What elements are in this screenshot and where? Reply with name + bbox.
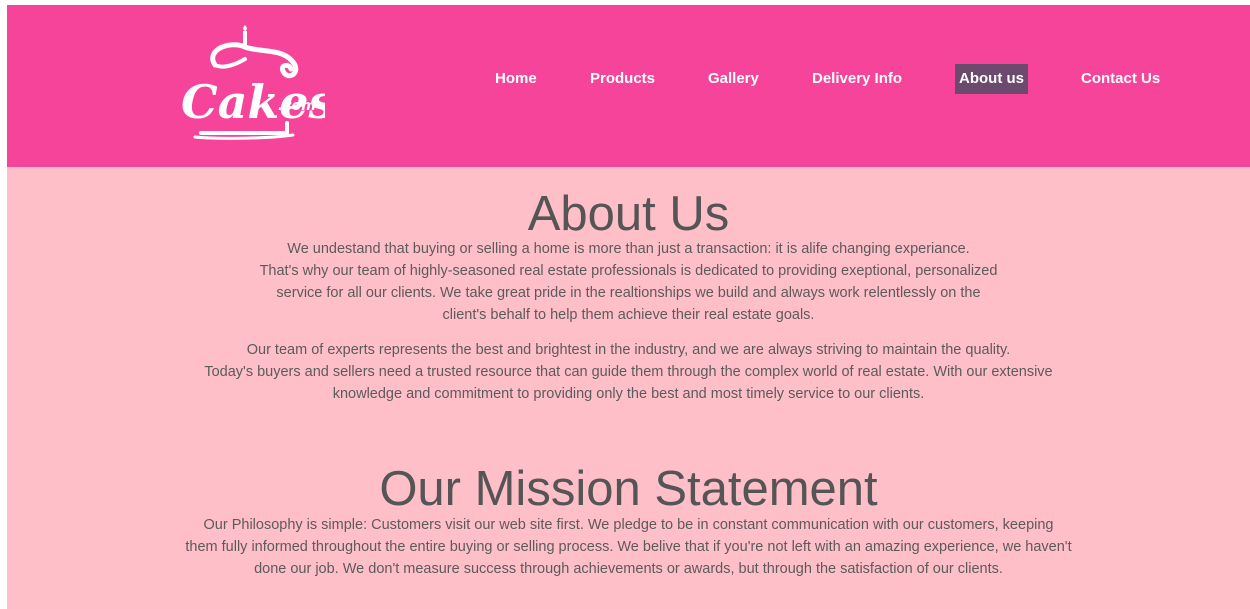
main-nav: Home Products Gallery Delivery Info Abou… — [7, 64, 1250, 94]
about-p1-line: service for all our clients. We take gre… — [276, 285, 981, 301]
about-p2-line: Today's buyers and sellers need a truste… — [204, 364, 1053, 380]
about-p2-line: knowledge and commitment to providing on… — [332, 386, 925, 402]
page: Cakes .com Home Products Gallery Deliver… — [7, 5, 1250, 609]
mission-line: done our job. We don't measure success t… — [254, 561, 1003, 577]
nav-home-link[interactable]: Home — [495, 64, 537, 94]
about-title: About Us — [527, 187, 730, 241]
svg-text:.com: .com — [278, 98, 316, 114]
nav-gallery-link[interactable]: Gallery — [708, 64, 759, 94]
nav-delivery-info-link[interactable]: Delivery Info — [812, 64, 902, 94]
nav-contact-us-link[interactable]: Contact Us — [1081, 64, 1160, 94]
about-p1-line: We undestand that buying or selling a ho… — [287, 241, 970, 257]
about-p1-line: client's behalf to help them achieve the… — [442, 307, 815, 323]
nav-products-link[interactable]: Products — [590, 64, 655, 94]
mission-line: them fully informed throughout the entir… — [185, 539, 1072, 555]
mission-line: Our Philosophy is simple: Customers visi… — [203, 517, 1054, 533]
site-header: Cakes .com Home Products Gallery Deliver… — [7, 5, 1250, 167]
about-p1-line: That's why our team of highly-seasoned r… — [259, 263, 998, 279]
mission-paragraph: Our Philosophy is simple: Customers visi… — [7, 514, 1250, 580]
nav-about-us-link[interactable]: About us — [955, 64, 1028, 94]
mission-title: Our Mission Statement — [379, 462, 878, 516]
about-paragraph-2: Our team of experts represents the best … — [7, 339, 1250, 405]
about-paragraph-1: We undestand that buying or selling a ho… — [7, 238, 1250, 326]
about-p2-line: Our team of experts represents the best … — [246, 342, 1011, 358]
